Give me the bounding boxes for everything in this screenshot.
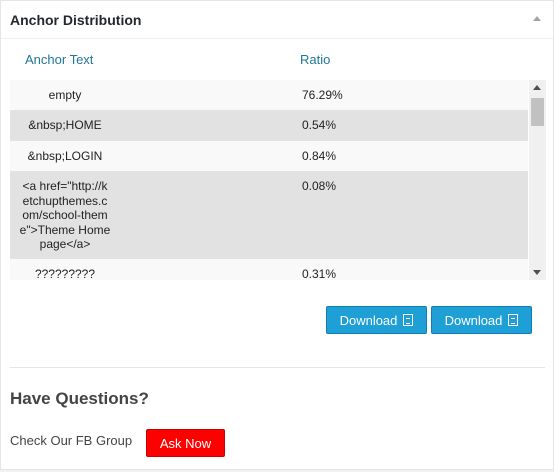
anchor-cell: <a href="http://k etchupthemes.c om/scho… bbox=[19, 179, 111, 251]
anchor-cell: &nbsp;HOME bbox=[28, 118, 102, 132]
ask-now-button[interactable]: Ask Now bbox=[146, 429, 225, 457]
download-excel-label: Download bbox=[444, 312, 503, 328]
column-header-anchor-text[interactable]: Anchor Text bbox=[25, 52, 93, 67]
panel-title: Anchor Distribution bbox=[10, 12, 142, 28]
ratio-cell: 0.84% bbox=[302, 149, 337, 163]
table-scrollbar[interactable] bbox=[529, 80, 546, 280]
section-divider bbox=[10, 367, 545, 368]
scroll-down-arrow-icon[interactable] bbox=[533, 270, 541, 275]
anchor-cell: ????????? bbox=[34, 267, 96, 280]
download-excel-button[interactable]: Download bbox=[431, 306, 532, 334]
table-body: empty 76.29% &nbsp;HOME 0.54% &nbsp;LOGI… bbox=[10, 80, 528, 280]
ratio-cell: 0.31% bbox=[302, 267, 337, 280]
ratio-cell: 0.54% bbox=[302, 118, 337, 132]
pdf-file-icon bbox=[403, 314, 414, 326]
table-row: <a href="http://k etchupthemes.c om/scho… bbox=[10, 171, 528, 259]
table-row: &nbsp;HOME 0.54% bbox=[10, 110, 528, 141]
column-header-ratio[interactable]: Ratio bbox=[300, 52, 330, 67]
ratio-cell: 0.08% bbox=[302, 179, 337, 193]
table-row: ????????? 0.31% bbox=[10, 259, 528, 280]
excel-file-icon bbox=[508, 314, 519, 326]
questions-heading: Have Questions? bbox=[10, 389, 149, 408]
scroll-thumb[interactable] bbox=[531, 98, 544, 126]
ratio-cell: 76.29% bbox=[302, 88, 343, 102]
anchor-cell: empty bbox=[48, 88, 82, 102]
anchor-distribution-panel: Anchor Distribution Anchor Text Ratio em… bbox=[0, 0, 554, 470]
panel-header: Anchor Distribution bbox=[1, 1, 553, 39]
ask-now-label: Ask Now bbox=[159, 435, 212, 451]
anchor-table[interactable]: empty 76.29% &nbsp;HOME 0.54% &nbsp;LOGI… bbox=[10, 80, 546, 280]
anchor-cell: &nbsp;LOGIN bbox=[27, 149, 103, 163]
table-row: empty 76.29% bbox=[10, 80, 528, 110]
download-pdf-button[interactable]: Download bbox=[326, 306, 427, 334]
table-row: &nbsp;LOGIN 0.84% bbox=[10, 141, 528, 171]
fb-group-text: Check Our FB Group bbox=[10, 433, 133, 448]
scroll-up-arrow-icon[interactable] bbox=[533, 85, 541, 90]
collapse-icon[interactable] bbox=[533, 16, 541, 21]
download-pdf-label: Download bbox=[339, 312, 398, 328]
